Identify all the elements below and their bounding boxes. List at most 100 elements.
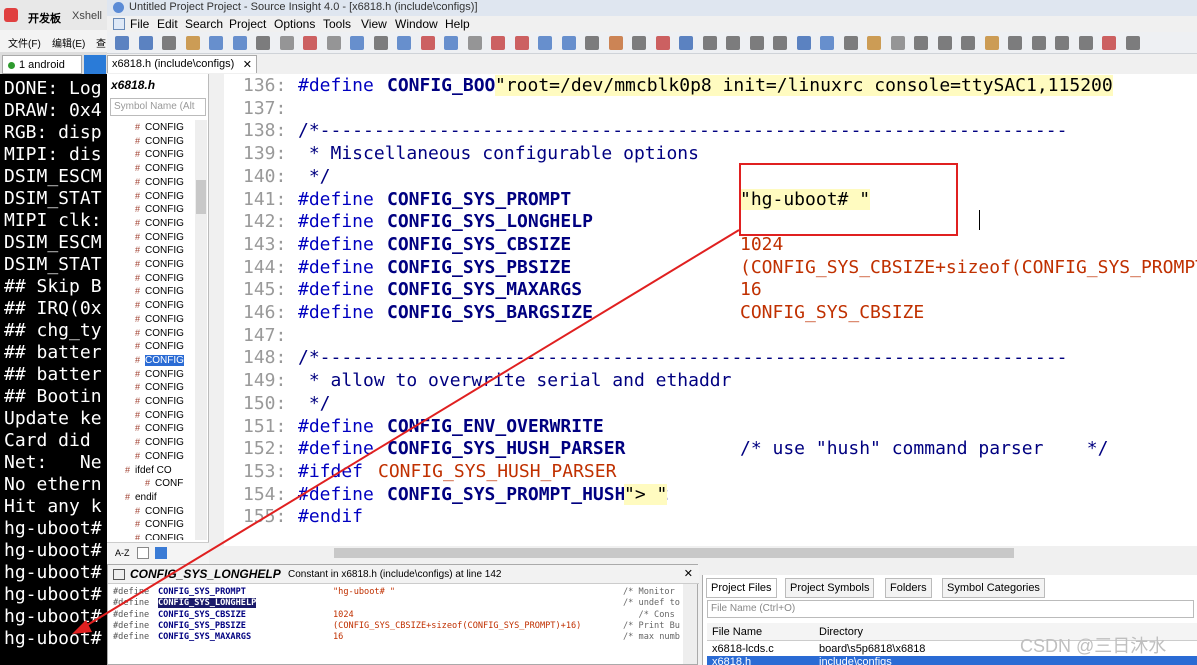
menu-tools[interactable]: Tools	[323, 17, 351, 31]
category-view-icon[interactable]	[155, 547, 167, 559]
close-icon[interactable]: ✕	[684, 567, 693, 580]
symbol-list-item[interactable]: # CONFIG	[135, 423, 184, 437]
symbol-list-item[interactable]: # CONFIG	[135, 286, 184, 300]
toolbar-button-icon[interactable]	[796, 36, 811, 50]
menu-edit[interactable]: Edit	[157, 17, 178, 31]
toolbar-button-icon[interactable]	[138, 36, 153, 50]
toolbar-button-icon[interactable]	[538, 36, 552, 50]
toolbar-button-icon[interactable]	[702, 36, 717, 50]
toolbar-button-icon[interactable]	[655, 36, 670, 50]
symbol-list-item[interactable]: # CONFIG	[135, 177, 184, 191]
project-tab[interactable]: Project Files	[706, 578, 777, 598]
symbol-list-item[interactable]: # CONFIG	[135, 163, 184, 177]
toolbar-button-icon[interactable]	[1125, 36, 1140, 50]
symbol-list-item[interactable]: # CONFIG	[135, 382, 184, 396]
toolbar-button-icon[interactable]	[1008, 36, 1022, 50]
toolbar-button-icon[interactable]	[1078, 36, 1093, 50]
symbol-list-item[interactable]: # CONFIG	[135, 506, 184, 520]
toolbar-button-icon[interactable]	[256, 36, 270, 50]
toolbar-button-icon[interactable]	[820, 36, 834, 50]
xshell-menu-edit[interactable]: 编辑(E)	[52, 35, 85, 50]
column-file-name[interactable]: File Name	[712, 626, 762, 638]
symbol-search-input[interactable]: Symbol Name (Alt	[110, 98, 206, 116]
toolbar-button-icon[interactable]	[914, 36, 928, 50]
toolbar-button-icon[interactable]	[444, 36, 458, 50]
xshell-tab-2[interactable]	[84, 55, 106, 74]
toolbar-button-icon[interactable]	[420, 36, 435, 50]
menu-project[interactable]: Project	[229, 17, 266, 31]
symbol-list-item[interactable]: # CONFIG	[135, 437, 184, 451]
toolbar-button-icon[interactable]	[491, 36, 505, 50]
list-view-icon[interactable]	[137, 547, 149, 559]
toolbar-button-icon[interactable]	[890, 36, 905, 50]
symbol-list-item[interactable]: # ifdef CO	[125, 465, 172, 479]
toolbar-button-icon[interactable]	[115, 36, 129, 50]
toolbar-button-icon[interactable]	[585, 36, 599, 50]
symbol-list-item[interactable]: # CONFIG	[135, 232, 184, 246]
toolbar-button-icon[interactable]	[561, 36, 576, 50]
project-tab[interactable]: Symbol Categories	[942, 578, 1045, 598]
project-tab[interactable]: Folders	[885, 578, 932, 598]
symbol-list-item[interactable]: # CONFIG	[135, 191, 184, 205]
symbol-list-item[interactable]: # CONFIG	[135, 396, 184, 410]
toolbar-button-icon[interactable]	[397, 36, 411, 50]
symbol-list-scrollbar[interactable]	[195, 120, 207, 540]
toolbar-button-icon[interactable]	[937, 36, 952, 50]
project-tab[interactable]: Project Symbols	[785, 578, 875, 598]
toolbar-button-icon[interactable]	[1055, 36, 1069, 50]
symbol-list-item[interactable]: # CONFIG	[135, 451, 184, 465]
toolbar-button-icon[interactable]	[373, 36, 388, 50]
scrollbar-thumb[interactable]	[196, 180, 206, 214]
symbol-list-item[interactable]: # CONFIG	[135, 245, 184, 259]
symbol-list-item[interactable]: # CONFIG	[135, 354, 184, 369]
symbol-list-item[interactable]: # CONF	[145, 478, 183, 492]
symbol-list-item[interactable]: # CONFIG	[135, 259, 184, 273]
column-directory[interactable]: Directory	[819, 626, 863, 638]
menu-search[interactable]: Search	[185, 17, 223, 31]
toolbar-button-icon[interactable]	[185, 36, 200, 50]
symbol-list-item[interactable]: # CONFIG	[135, 341, 184, 355]
symbol-list-item[interactable]: # CONFIG	[135, 328, 184, 342]
file-name-filter-input[interactable]: File Name (Ctrl+O)	[707, 600, 1194, 618]
symbol-list-item[interactable]: # CONFIG	[135, 136, 184, 150]
symbol-list-item[interactable]: # CONFIG	[135, 314, 184, 328]
toolbar-button-icon[interactable]	[843, 36, 858, 50]
toolbar-button-icon[interactable]	[350, 36, 364, 50]
symbol-list-item[interactable]: # CONFIG	[135, 533, 184, 540]
symbol-list-item[interactable]: # CONFIG	[135, 149, 184, 163]
toolbar-button-icon[interactable]	[749, 36, 764, 50]
symbol-list-item[interactable]: # CONFIG	[135, 122, 184, 136]
file-tab-x6818h[interactable]: x6818.h (include\configs) ✕	[107, 55, 257, 73]
toolbar-button-icon[interactable]	[773, 36, 787, 50]
xshell-menu-view[interactable]: 查	[96, 35, 106, 50]
menu-window[interactable]: Window	[395, 17, 438, 31]
sort-az-icon[interactable]: A-Z	[115, 548, 130, 558]
menu-view[interactable]: View	[361, 17, 387, 31]
toolbar-button-icon[interactable]	[1031, 36, 1046, 50]
editor-horizontal-scrollbar[interactable]	[224, 546, 1197, 560]
xshell-tab-android[interactable]: 1 android	[2, 55, 82, 74]
symbol-list-item[interactable]: # CONFIG	[135, 273, 184, 287]
toolbar-button-icon[interactable]	[303, 36, 317, 50]
menu-help[interactable]: Help	[445, 17, 470, 31]
toolbar-button-icon[interactable]	[984, 36, 999, 50]
context-scrollbar[interactable]	[683, 584, 697, 664]
toolbar-button-icon[interactable]	[209, 36, 223, 50]
terminal-output[interactable]: DONE: Log DRAW: 0x4 RGB: disp MIPI: dis DSIM…	[4, 78, 107, 650]
menu-options[interactable]: Options	[274, 17, 315, 31]
symbol-list-item[interactable]: # CONFIG	[135, 410, 184, 424]
toolbar-button-icon[interactable]	[1102, 36, 1116, 50]
toolbar-button-icon[interactable]	[679, 36, 693, 50]
xshell-menu-file[interactable]: 文件(F)	[8, 35, 41, 50]
toolbar-button-icon[interactable]	[608, 36, 623, 50]
symbol-list-item[interactable]: # CONFIG	[135, 300, 184, 314]
menu-file[interactable]: File	[130, 17, 149, 31]
toolbar-button-icon[interactable]	[467, 36, 482, 50]
symbol-list-item[interactable]: # CONFIG	[135, 204, 184, 218]
toolbar-button-icon[interactable]	[162, 36, 176, 50]
symbol-list-item[interactable]: # CONFIG	[135, 519, 184, 533]
toolbar-button-icon[interactable]	[514, 36, 529, 50]
scrollbar-thumb[interactable]	[334, 548, 1014, 558]
code-editor[interactable]: 136: #define CONFIG_BOOTARGS "root=/dev/mmc…	[224, 74, 1197, 546]
toolbar-button-icon[interactable]	[867, 36, 881, 50]
